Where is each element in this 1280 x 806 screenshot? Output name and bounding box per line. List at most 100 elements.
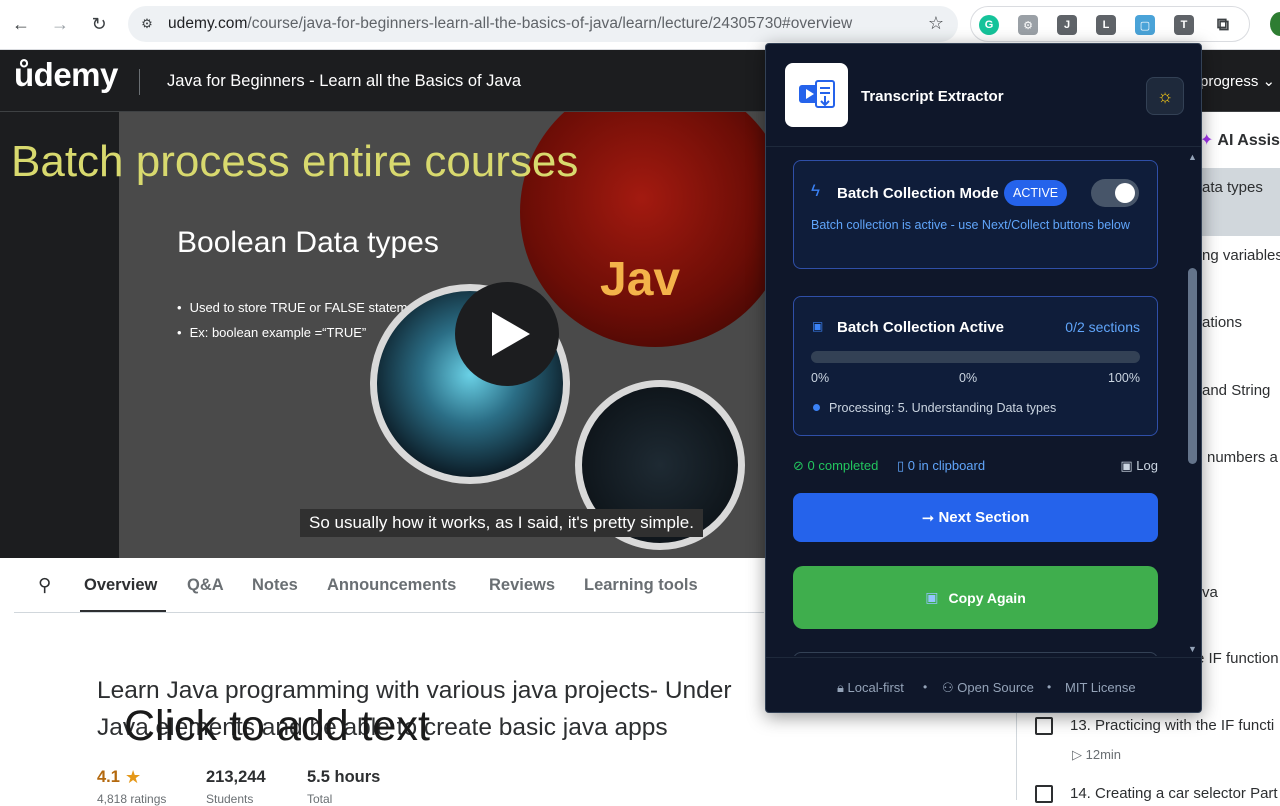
arrow-right-icon: ➞ <box>921 509 939 527</box>
tab-reviews[interactable]: Reviews <box>489 576 555 595</box>
tab-learning-tools[interactable]: Learning tools <box>584 576 698 595</box>
site-settings-icon[interactable]: ⚙ <box>138 15 156 33</box>
sidebar-item-label[interactable]: numbers a <box>1207 449 1278 466</box>
extensions-puzzle-icon[interactable]: ⧉ <box>1213 15 1233 35</box>
t-extension-icon[interactable]: T <box>1174 15 1194 35</box>
popup-title: Transcript Extractor <box>861 88 1004 105</box>
batch-mode-card: ϟ Batch Collection Mode ACTIVE Batch col… <box>793 160 1158 269</box>
grammarly-extension-icon[interactable]: G <box>979 15 999 35</box>
sidebar-item-label[interactable]: va <box>1202 584 1218 601</box>
tab-qa[interactable]: Q&A <box>187 576 224 595</box>
license-link[interactable]: MIT License <box>1065 680 1136 695</box>
sidebar-item-label[interactable]: e IF function <box>1196 650 1279 667</box>
footer-separator: • <box>923 680 928 694</box>
transcript-extractor-logo <box>785 63 848 127</box>
slide-heading: Boolean Data types <box>177 226 439 259</box>
log-button[interactable]: ▣ Log <box>1120 458 1158 474</box>
next-section-button[interactable]: ➞ Next Section <box>793 493 1158 542</box>
puzzle-helper-extension-icon[interactable]: ⚙ <box>1018 15 1038 35</box>
bookmark-star-icon[interactable]: ☆ <box>928 13 944 34</box>
batch-progress-card: ▣ Batch Collection Active 0/2 sections 0… <box>793 296 1158 436</box>
url-text[interactable]: udemy.com/course/java-for-beginners-lear… <box>168 15 852 33</box>
log-icon: ▣ <box>1120 458 1137 473</box>
popup-content: ϟ Batch Collection Mode ACTIVE Batch col… <box>766 148 1201 656</box>
tab-announcements[interactable]: Announcements <box>327 576 456 595</box>
popup-header: Transcript Extractor ☼ <box>766 44 1201 147</box>
hours-label: Total <box>307 792 333 806</box>
course-title[interactable]: Java for Beginners - Learn all the Basic… <box>167 72 521 91</box>
transcript-extractor-popup: Transcript Extractor ☼ ϟ Batch Collectio… <box>765 43 1202 713</box>
toggle-knob <box>1115 183 1135 203</box>
batch-mode-description: Batch collection is active - use Next/Co… <box>811 218 1130 232</box>
video-player[interactable]: Boolean Data types Used to store TRUE or… <box>0 112 765 558</box>
back-icon[interactable]: ← <box>6 9 36 39</box>
sidebar-item-label[interactable]: ata types <box>1202 179 1263 196</box>
sections-count: 0/2 sections <box>1065 319 1140 335</box>
processing-status: Processing: 5. Understanding Data types <box>829 401 1057 415</box>
click-to-add-text-overlay[interactable]: Click to add text <box>124 702 430 751</box>
j-extension-icon[interactable]: J <box>1057 15 1077 35</box>
batch-mode-title: Batch Collection Mode <box>837 185 999 202</box>
students-label: Students <box>206 792 254 806</box>
ai-assistant-label: AI Assis <box>1217 132 1280 149</box>
active-badge: ACTIVE <box>1004 180 1068 206</box>
tab-overview[interactable]: Overview <box>84 576 157 595</box>
ai-assistant-tab[interactable]: ✦ AI Assis <box>1200 130 1280 150</box>
progress-bar <box>811 351 1140 363</box>
check-circle-icon: ⊘ <box>793 458 808 473</box>
lesson-checkbox[interactable] <box>1035 785 1053 803</box>
course-tabs: ⚲ Overview Q&A Notes Announcements Revie… <box>14 558 764 613</box>
forward-icon[interactable]: → <box>45 9 75 39</box>
clipboard-count: ▯ 0 in clipboard <box>897 458 986 473</box>
progress-dropdown[interactable]: progress ⌄ <box>1200 72 1275 90</box>
lesson-checkbox[interactable] <box>1035 717 1053 735</box>
video-caption: So usually how it works, as I said, it's… <box>300 509 703 537</box>
search-icon[interactable]: ⚲ <box>38 575 51 596</box>
scroll-up-arrow-icon[interactable]: ▲ <box>1188 152 1197 162</box>
popup-scrollbar[interactable]: ▲ ▼ <box>1183 148 1201 656</box>
play-icon <box>492 312 530 356</box>
processing-indicator <box>813 404 820 411</box>
address-bar[interactable]: ⚙ udemy.com/course/java-for-beginners-le… <box>128 6 958 42</box>
sidebar-item-label[interactable]: ng variables <box>1202 247 1280 264</box>
lightning-icon: ϟ <box>811 181 820 200</box>
batch-mode-toggle[interactable] <box>1091 179 1139 207</box>
sun-icon[interactable]: ☼ <box>1146 77 1184 115</box>
profile-avatar[interactable] <box>1270 12 1280 36</box>
batch-active-title: Batch Collection Active <box>837 319 1004 336</box>
completed-count: ⊘ 0 completed <box>793 458 879 473</box>
star-icon: ★ <box>125 767 142 787</box>
students-value: 213,244 <box>206 768 266 786</box>
reload-icon[interactable]: ↻ <box>84 9 114 39</box>
tab-notes[interactable]: Notes <box>252 576 298 595</box>
video-icon: ▷ <box>1072 747 1086 762</box>
scrollbar-thumb[interactable] <box>1188 268 1197 464</box>
sidebar-item-label[interactable]: and String <box>1202 382 1270 399</box>
transcript-icon: ▣ <box>812 319 824 333</box>
copy-again-button[interactable]: ▣ Copy Again <box>793 566 1158 629</box>
lock-icon: 🔒︎ <box>837 680 848 695</box>
lesson-duration: ▷ 12min <box>1072 747 1122 762</box>
frame-extension-icon[interactable]: ▢ <box>1135 15 1155 35</box>
sidebar-item-label[interactable]: ations <box>1202 314 1242 331</box>
play-button[interactable] <box>455 282 559 386</box>
slide-bullet: Used to store TRUE or FALSE statements <box>177 300 433 315</box>
progress-tick-end: 100% <box>1108 371 1140 385</box>
udemy-logo[interactable]: ůdemy <box>14 56 118 94</box>
lesson-title[interactable]: 14. Creating a car selector Part <box>1070 785 1278 802</box>
scroll-down-arrow-icon[interactable]: ▼ <box>1188 644 1197 654</box>
lesson-title[interactable]: 13. Practicing with the IF functi <box>1070 717 1274 734</box>
l-extension-icon[interactable]: L <box>1096 15 1116 35</box>
extensions-bar: G ⚙ J L ▢ T ⧉ <box>970 6 1250 42</box>
clipboard-icon: ▯ <box>897 458 908 473</box>
rating-value: 4.1 <box>97 768 120 786</box>
active-tab-indicator <box>80 610 166 612</box>
footer-separator: • <box>1047 680 1052 694</box>
video-transcript-icon <box>798 80 835 108</box>
progress-tick-current: 0% <box>959 371 978 385</box>
open-source-link[interactable]: ⚇ Open Source <box>942 680 1034 696</box>
java-logo-text: Jav <box>600 253 681 306</box>
progress-tick-start: 0% <box>811 371 830 385</box>
overlay-banner: Batch process entire courses <box>11 137 579 186</box>
github-icon: ⚇ <box>942 680 958 695</box>
